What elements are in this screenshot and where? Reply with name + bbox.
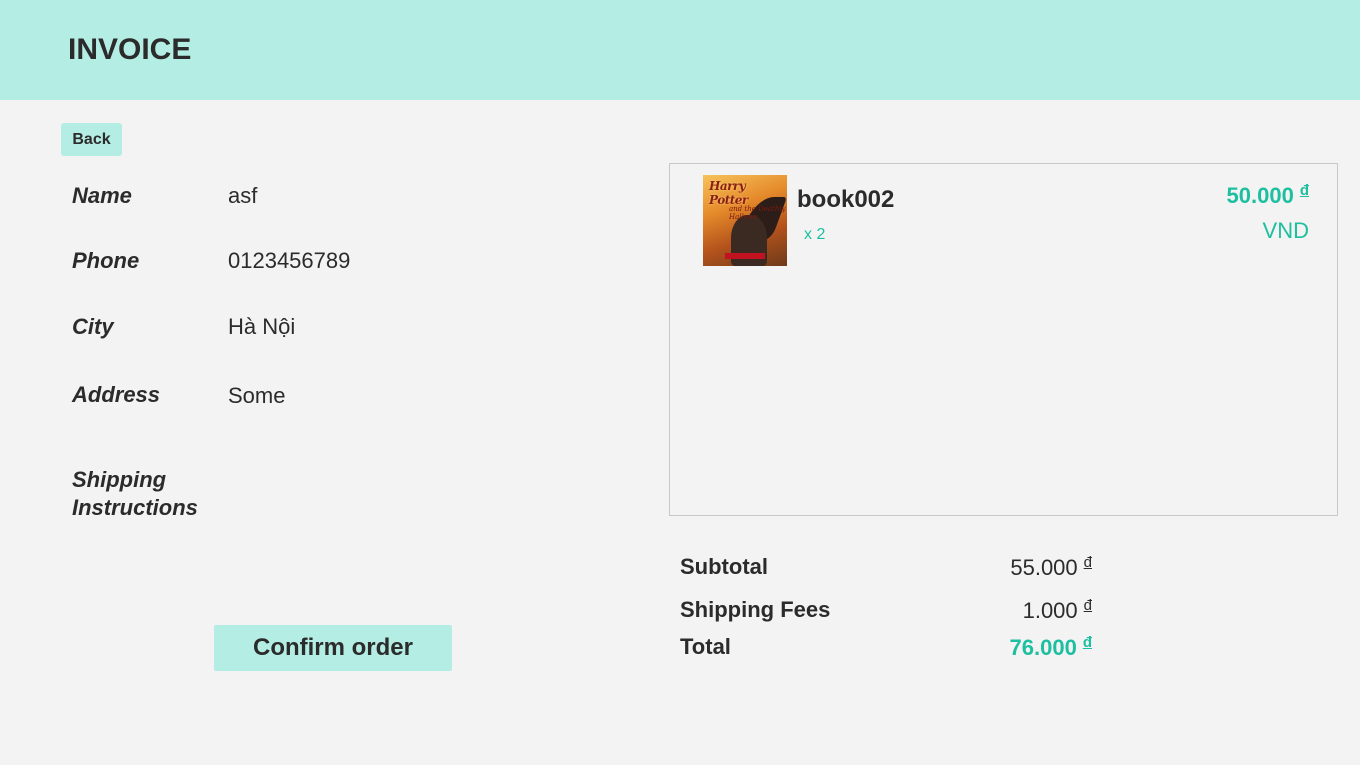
shipping-fees-label: Shipping Fees (680, 597, 831, 622)
cart-panel: Harry Potter and the Deathly Hallows boo… (669, 163, 1338, 516)
subtotal-value: 55.000 đ (1010, 554, 1092, 581)
shipping-fees-value: 1.000 đ (1023, 597, 1092, 624)
item-price: 50.000 đ (1227, 182, 1309, 209)
name-value: asf (228, 183, 258, 208)
dong-symbol: đ (1083, 554, 1092, 571)
item-price-amount: 50.000 (1226, 183, 1294, 208)
item-name: book002 (797, 186, 895, 213)
header-bar: INVOICE (0, 0, 1360, 100)
total-label: Total (680, 634, 731, 659)
address-label: Address (72, 382, 161, 407)
cover-subtitle: and the Deathly Hallows (729, 205, 786, 221)
dong-symbol: đ (1083, 597, 1092, 614)
item-currency-code: VND (1262, 218, 1309, 243)
address-value: Some (228, 383, 286, 408)
total-amount: 76.000 (1009, 635, 1077, 660)
shipping-instructions-label-line1: Shipping (72, 467, 167, 492)
subtotal-amount: 55.000 (1010, 555, 1078, 580)
shipping-fees-amount: 1.000 (1022, 598, 1078, 623)
shipping-instructions-label: Shipping Instructions (72, 466, 198, 522)
city-value: Hà Nội (228, 314, 296, 339)
back-button[interactable]: Back (61, 123, 122, 156)
dong-symbol: đ (1299, 182, 1309, 199)
subtotal-label: Subtotal (680, 554, 768, 579)
total-value: 76.000 đ (1010, 634, 1092, 661)
phone-value: 0123456789 (228, 248, 351, 273)
phone-label: Phone (72, 248, 140, 273)
name-label: Name (72, 183, 132, 208)
item-quantity: x 2 (804, 226, 826, 243)
book-cover-image: Harry Potter and the Deathly Hallows (703, 175, 787, 266)
shipping-instructions-label-line2: Instructions (72, 495, 198, 520)
cover-title: Harry Potter (709, 179, 748, 207)
dong-symbol: đ (1082, 634, 1092, 651)
confirm-order-button[interactable]: Confirm order (214, 625, 452, 671)
city-label: City (72, 314, 114, 339)
page-title: INVOICE (68, 33, 192, 66)
cover-band-shape (725, 253, 765, 259)
